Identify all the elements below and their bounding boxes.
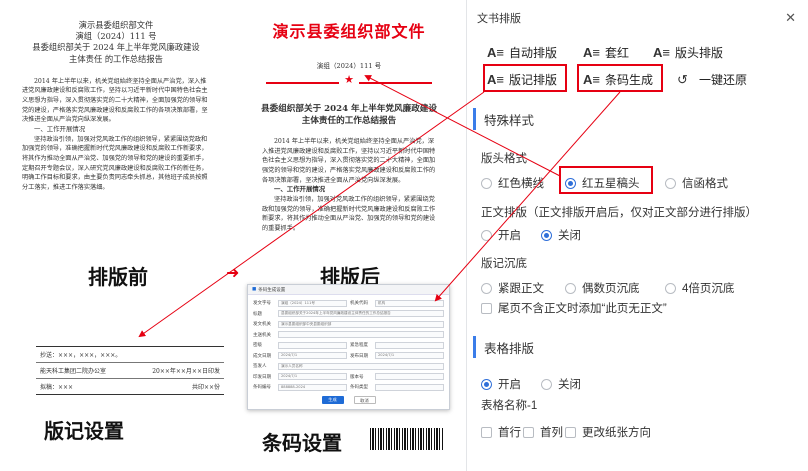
arrow-to-redstar xyxy=(364,75,561,177)
annotation-arrows xyxy=(138,75,621,338)
arrow-to-colophon xyxy=(138,91,485,338)
arrow-to-barcode xyxy=(434,91,621,302)
